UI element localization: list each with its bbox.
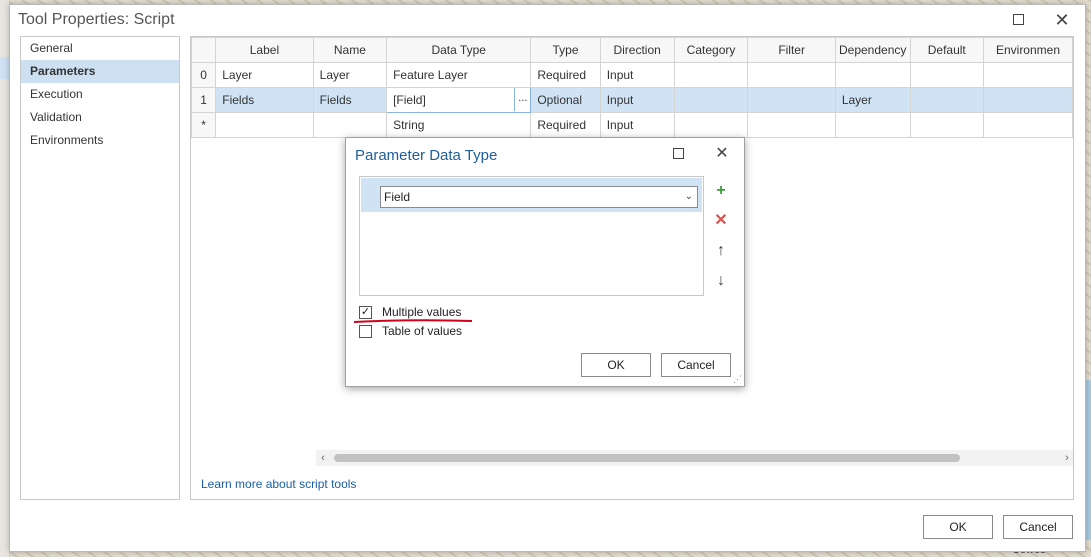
cell-dependency[interactable] [834,112,911,138]
table-of-values-checkbox[interactable] [359,324,372,338]
column-header[interactable]: Environmen [982,37,1073,63]
data-type-row[interactable]: Field ⌄ [361,178,702,212]
ellipsis-button[interactable]: ... [514,88,530,111]
column-header[interactable]: Direction [599,37,675,63]
cell-default[interactable] [909,87,984,113]
ok-button[interactable]: OK [923,515,993,539]
cell-filter[interactable] [747,87,836,113]
dialog-close-icon[interactable]: ✕ [712,145,732,163]
horizontal-scrollbar[interactable]: ‹ › [316,450,1073,466]
cell-environment[interactable] [982,62,1073,88]
cell-name[interactable]: Layer [312,62,388,88]
table-of-values-row: Table of values [359,323,462,339]
cell-dependency[interactable] [834,62,911,88]
column-header[interactable]: Default [909,37,984,63]
remove-icon[interactable]: ✕ [712,212,730,230]
column-header[interactable]: Dependency [834,37,911,63]
parameter-data-type-dialog: Parameter Data Type ✕ Field ⌄ + ✕ ↑ ↓ ✓ Mul… [345,137,745,387]
cell-type[interactable]: Optional [530,87,601,113]
cell-type[interactable]: Required [530,112,601,138]
scroll-left-icon[interactable]: ‹ [316,450,330,466]
nav-item-general[interactable]: General [21,37,179,60]
column-header[interactable]: Filter [747,37,836,63]
table-of-values-label: Table of values [382,324,463,338]
cell-index[interactable]: 1 [191,87,217,113]
cell-data-type[interactable]: String [386,112,532,138]
cell-label[interactable]: Fields [215,87,314,113]
nav-item-environments[interactable]: Environments [21,129,179,152]
nav-list: General Parameters Execution Validation Envi… [20,36,180,500]
scroll-right-icon[interactable]: › [1060,450,1073,466]
data-type-select[interactable]: Field ⌄ [380,186,698,208]
move-down-icon[interactable]: ↓ [712,272,730,290]
table-row[interactable]: 0 Layer Layer Feature Layer Required Input [191,62,1073,88]
cell-name[interactable]: Fields [312,87,388,113]
cell-category[interactable] [673,62,749,88]
parameters-table: Label Name Data Type Type Direction Category F… [191,37,1073,138]
maximize-icon[interactable] [1008,11,1028,29]
cell-category[interactable] [673,112,749,138]
resize-grip-icon[interactable]: ⋰ [733,374,742,385]
chevron-down-icon: ⌄ [684,191,693,202]
cell-category[interactable] [673,87,749,113]
window-title: Tool Properties: Script [18,11,175,28]
cell-label[interactable] [215,112,314,138]
multiple-values-row: ✓ Multiple values [359,304,461,320]
column-header[interactable] [191,37,217,63]
close-icon[interactable]: ✕ [1052,11,1072,29]
dialog-title: Parameter Data Type [355,147,498,164]
cell-direction[interactable]: Input [599,87,675,113]
cell-filter[interactable] [747,112,836,138]
cell-default[interactable] [909,112,984,138]
add-icon[interactable]: + [712,182,730,200]
cell-type[interactable]: Required [530,62,601,88]
cell-environment[interactable] [982,87,1073,113]
cell-direction[interactable]: Input [599,62,675,88]
column-header[interactable]: Name [312,37,388,63]
multiple-values-label: Multiple values [382,305,462,319]
table-row[interactable]: 1 Fields Fields [Field]... Optional Input Laye… [191,87,1073,113]
cell-environment[interactable] [982,112,1073,138]
column-header[interactable]: Data Type [386,37,532,63]
scrollbar-thumb[interactable] [334,454,960,462]
nav-item-execution[interactable]: Execution [21,83,179,106]
data-type-list: Field ⌄ [359,176,704,296]
column-header[interactable]: Label [215,37,314,63]
cell-edit-value: [Field] [393,93,426,107]
cancel-button[interactable]: Cancel [1003,515,1073,539]
data-type-select-value: Field [384,190,411,204]
dialog-ok-button[interactable]: OK [581,353,651,377]
column-header[interactable]: Type [530,37,601,63]
nav-item-validation[interactable]: Validation [21,106,179,129]
column-header[interactable]: Category [673,37,749,63]
move-up-icon[interactable]: ↑ [712,242,730,260]
cell-label[interactable]: Layer [215,62,314,88]
table-row[interactable]: * String Required Input [191,112,1073,138]
cell-direction[interactable]: Input [599,112,675,138]
dialog-maximize-icon[interactable] [668,145,688,163]
cell-default[interactable] [909,62,984,88]
cell-index[interactable]: 0 [191,62,217,88]
nav-item-parameters[interactable]: Parameters [21,60,179,83]
cell-dependency[interactable]: Layer [834,87,911,113]
cell-filter[interactable] [747,62,836,88]
cell-data-type[interactable]: Feature Layer [386,62,532,88]
cell-name[interactable] [312,112,388,138]
multiple-values-checkbox[interactable]: ✓ [359,305,372,319]
dialog-cancel-button[interactable]: Cancel [661,353,731,377]
cell-index[interactable]: * [191,112,217,138]
learn-more-link[interactable]: Learn more about script tools [201,477,356,491]
cell-data-type[interactable]: [Field]... [386,87,532,113]
